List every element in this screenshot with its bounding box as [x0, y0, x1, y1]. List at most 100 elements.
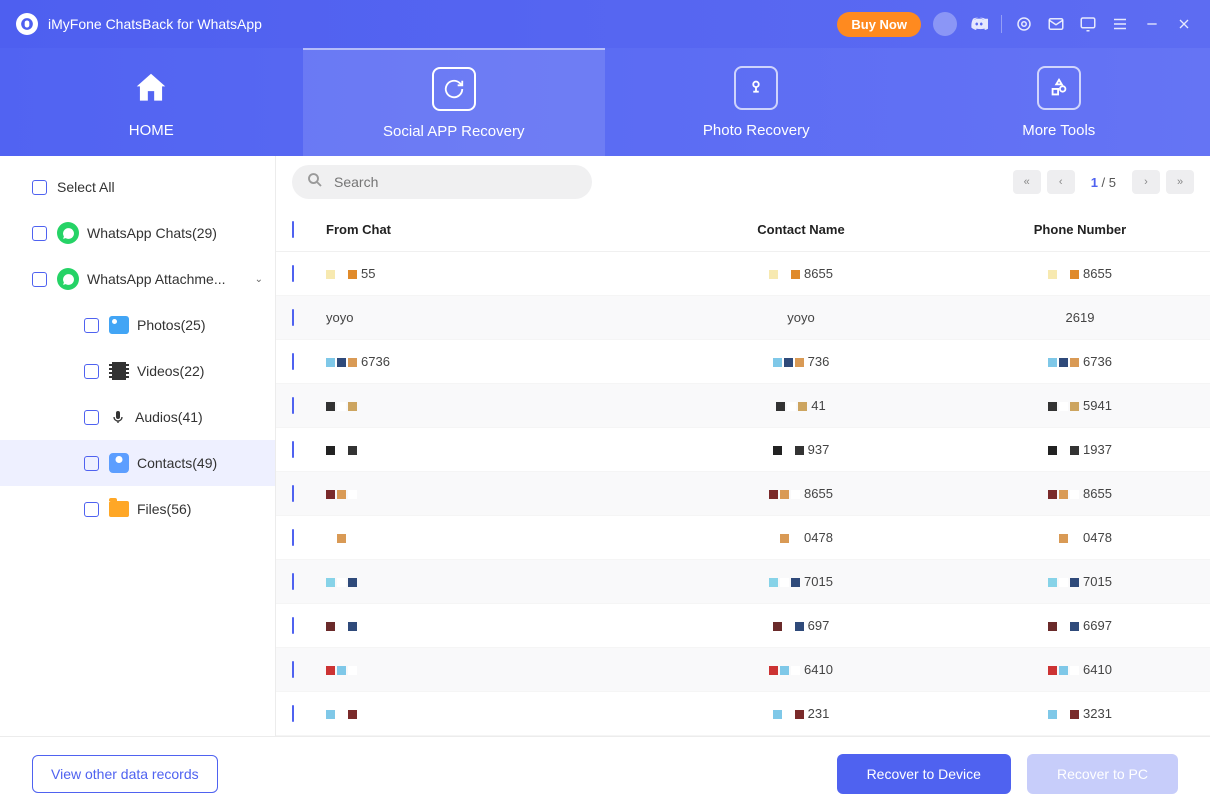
sidebar-contacts[interactable]: Contacts(49)	[0, 440, 275, 486]
cell-phone: 8655	[966, 486, 1194, 501]
titlebar: iMyFone ChatsBack for WhatsApp Buy Now	[0, 0, 1210, 48]
col-from-chat: From Chat	[326, 222, 636, 237]
checkbox[interactable]	[32, 272, 47, 287]
checkbox[interactable]	[292, 661, 294, 678]
checkbox[interactable]	[292, 397, 294, 414]
sidebar-photos[interactable]: Photos(25)	[0, 302, 275, 348]
cell-from-chat	[326, 486, 636, 501]
table-row[interactable]: yoyo yoyo 2619	[276, 296, 1210, 340]
chevron-down-icon: ⌄	[255, 274, 263, 285]
main-nav: HOME Social APP Recovery Photo Recovery …	[0, 48, 1210, 156]
cell-phone: 8655	[966, 266, 1194, 281]
table-row[interactable]: 55 8655 8655	[276, 252, 1210, 296]
cell-phone: 6736	[966, 354, 1194, 369]
checkbox[interactable]	[292, 309, 294, 326]
photo-recovery-icon	[734, 66, 778, 110]
checkbox[interactable]	[32, 180, 47, 195]
table-row[interactable]: 8655 8655	[276, 472, 1210, 516]
folder-icon	[109, 501, 129, 517]
checkbox-all[interactable]	[292, 221, 294, 238]
nav-social-recovery[interactable]: Social APP Recovery	[303, 48, 606, 156]
toolbar: « ‹ 1 / 5 › »	[276, 156, 1210, 208]
minimize-icon[interactable]	[1142, 14, 1162, 34]
close-icon[interactable]	[1174, 14, 1194, 34]
target-icon[interactable]	[1014, 14, 1034, 34]
cell-contact-name: 231	[636, 706, 966, 721]
checkbox[interactable]	[292, 353, 294, 370]
table-row[interactable]: 6410 6410	[276, 648, 1210, 692]
col-contact-name: Contact Name	[636, 222, 966, 237]
cell-from-chat: 55	[326, 266, 636, 281]
page-next-button[interactable]: ›	[1132, 170, 1160, 194]
page-last-button[interactable]: »	[1166, 170, 1194, 194]
table-row[interactable]: 0478 0478	[276, 516, 1210, 560]
cell-from-chat: yoyo	[326, 310, 636, 325]
checkbox[interactable]	[292, 705, 294, 722]
cell-phone: 6697	[966, 618, 1194, 633]
cell-contact-name: 937	[636, 442, 966, 457]
cell-phone: 6410	[966, 662, 1194, 677]
discord-icon[interactable]	[969, 14, 989, 34]
cell-from-chat	[326, 530, 636, 545]
table-row[interactable]: 937 1937	[276, 428, 1210, 472]
checkbox[interactable]	[84, 502, 99, 517]
mail-icon[interactable]	[1046, 14, 1066, 34]
table-row[interactable]: 697 6697	[276, 604, 1210, 648]
nav-more-tools[interactable]: More Tools	[908, 48, 1210, 156]
col-phone-number: Phone Number	[966, 222, 1194, 237]
sidebar-whatsapp-chats[interactable]: WhatsApp Chats(29)	[0, 210, 275, 256]
sidebar-select-all[interactable]: Select All	[0, 164, 275, 210]
checkbox[interactable]	[84, 364, 99, 379]
checkbox[interactable]	[292, 485, 294, 502]
sidebar-files[interactable]: Files(56)	[0, 486, 275, 532]
search-input[interactable]	[334, 174, 578, 190]
table-row[interactable]: 41 5941	[276, 384, 1210, 428]
page-first-button[interactable]: «	[1013, 170, 1041, 194]
checkbox[interactable]	[84, 318, 99, 333]
cell-phone: 7015	[966, 574, 1194, 589]
cell-from-chat	[326, 706, 636, 721]
cell-contact-name: yoyo	[636, 310, 966, 325]
cell-from-chat: 6736	[326, 354, 636, 369]
page-indicator: 1 / 5	[1081, 175, 1126, 190]
nav-home[interactable]: HOME	[0, 48, 303, 156]
checkbox[interactable]	[84, 410, 99, 425]
sidebar-videos[interactable]: Videos(22)	[0, 348, 275, 394]
table-row[interactable]: 6736 736 6736	[276, 340, 1210, 384]
sidebar-audios[interactable]: Audios(41)	[0, 394, 275, 440]
cell-phone: 5941	[966, 398, 1194, 413]
checkbox[interactable]	[32, 226, 47, 241]
whatsapp-icon	[57, 222, 79, 244]
search-icon	[306, 171, 324, 194]
page-prev-button[interactable]: ‹	[1047, 170, 1075, 194]
checkbox[interactable]	[292, 529, 294, 546]
search-box[interactable]	[292, 165, 592, 199]
cell-phone: 1937	[966, 442, 1194, 457]
view-other-records-button[interactable]: View other data records	[32, 755, 218, 793]
divider	[1001, 15, 1002, 33]
avatar-icon[interactable]	[933, 12, 957, 36]
checkbox[interactable]	[84, 456, 99, 471]
whatsapp-icon	[57, 268, 79, 290]
cell-from-chat	[326, 662, 636, 677]
apps-icon	[1037, 66, 1081, 110]
cell-phone: 2619	[966, 310, 1194, 325]
table-row[interactable]: 7015 7015	[276, 560, 1210, 604]
audio-icon	[109, 407, 127, 427]
cell-from-chat	[326, 618, 636, 633]
sidebar-whatsapp-attachments[interactable]: WhatsApp Attachme... ⌄	[0, 256, 275, 302]
nav-photo-recovery[interactable]: Photo Recovery	[605, 48, 908, 156]
checkbox[interactable]	[292, 573, 294, 590]
recover-to-device-button[interactable]: Recover to Device	[837, 754, 1011, 794]
cell-phone: 0478	[966, 530, 1194, 545]
table-row[interactable]: 231 3231	[276, 692, 1210, 736]
image-icon	[109, 316, 129, 334]
checkbox[interactable]	[292, 441, 294, 458]
buy-now-button[interactable]: Buy Now	[837, 12, 921, 37]
menu-icon[interactable]	[1110, 14, 1130, 34]
cell-from-chat	[326, 574, 636, 589]
feedback-icon[interactable]	[1078, 14, 1098, 34]
checkbox[interactable]	[292, 265, 294, 282]
checkbox[interactable]	[292, 617, 294, 634]
cell-contact-name: 8655	[636, 266, 966, 281]
